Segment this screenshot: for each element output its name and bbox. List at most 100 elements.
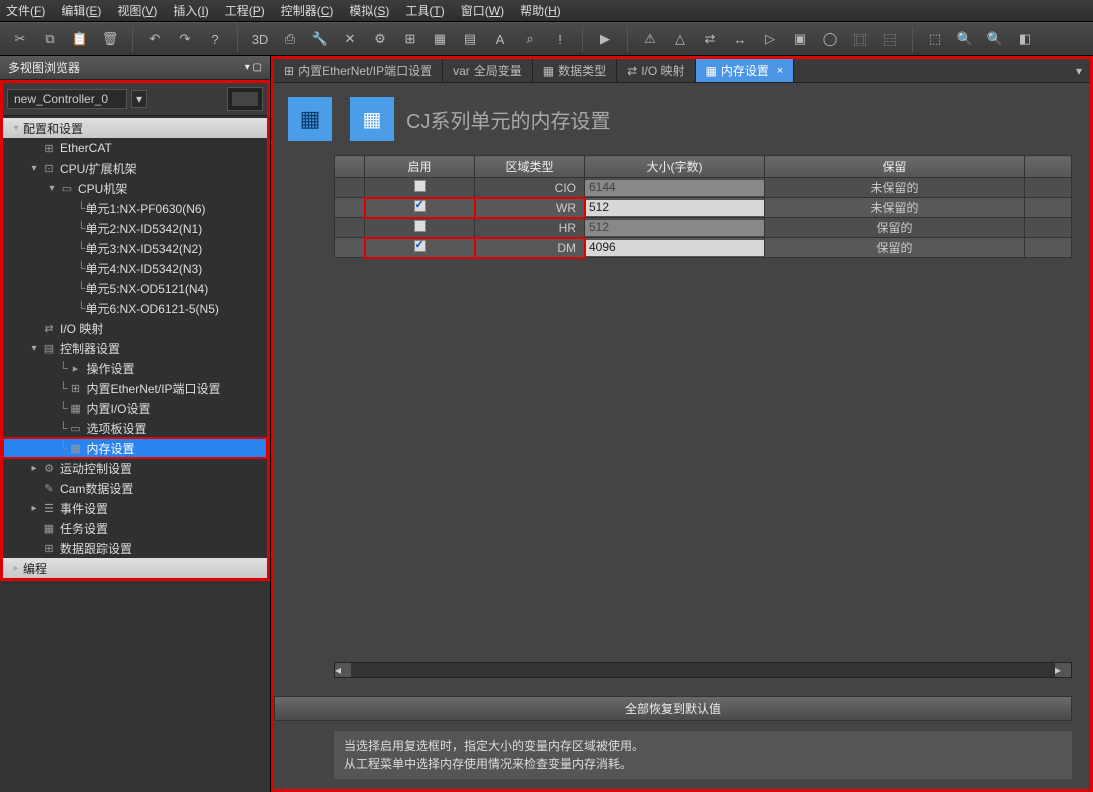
menu-item[interactable]: 工具(T) (405, 2, 444, 19)
tree-row[interactable]: └ ⊞内置EtherNet/IP端口设置 (3, 378, 267, 398)
toolbar-button[interactable]: ⇄ (698, 27, 722, 51)
size-input[interactable]: 512 (585, 200, 764, 216)
toolbar-button[interactable]: ? (203, 27, 227, 51)
tree-row[interactable]: └ 单元2:NX-ID5342(N1) (3, 218, 267, 238)
toolbar-button[interactable]: ◯ (818, 27, 842, 51)
tree-row[interactable]: ▸☰事件设置 (3, 498, 267, 518)
toolbar-button[interactable]: ↔ (728, 27, 752, 51)
toolbar-button[interactable]: ⚠ (638, 27, 662, 51)
sidebar-collapse-icon[interactable]: ▾ ▢ (245, 62, 262, 73)
toolbar-button[interactable]: ⎙ (278, 27, 302, 51)
enable-checkbox[interactable] (414, 240, 426, 252)
tree-twisty-icon[interactable]: ▾ (45, 183, 59, 194)
tree-row[interactable]: ⇄I/O 映射 (3, 318, 267, 338)
menu-item[interactable]: 工程(P) (225, 2, 265, 19)
toolbar-button[interactable]: A (488, 27, 512, 51)
tree-row[interactable]: ▾▭CPU机架 (3, 178, 267, 198)
tree-row[interactable]: ⊞EtherCAT (3, 138, 267, 158)
scroll-right-icon[interactable]: ▸ (1055, 663, 1071, 677)
tree-row[interactable]: └ 单元3:NX-ID5342(N2) (3, 238, 267, 258)
controller-selector[interactable] (7, 89, 127, 109)
toolbar-button[interactable]: 📋 (68, 27, 92, 51)
toolbar-button[interactable]: 🗑 (98, 27, 122, 51)
tab-overflow-icon[interactable]: ▾ (1068, 64, 1090, 78)
toolbar-button[interactable]: ✕ (338, 27, 362, 51)
toolbar-button[interactable]: 🔧 (308, 27, 332, 51)
horizontal-scrollbar[interactable]: ◂ ▸ (334, 662, 1072, 678)
toolbar-button[interactable]: ⚙ (368, 27, 392, 51)
tree-row[interactable]: └ 单元5:NX-OD5121(N4) (3, 278, 267, 298)
tree-row[interactable]: └ ▦内置I/O设置 (3, 398, 267, 418)
tree-row[interactable]: ▦任务设置 (3, 518, 267, 538)
toolbar-button[interactable]: ▤ (458, 27, 482, 51)
tree-row[interactable]: └ 单元6:NX-OD6121-5(N5) (3, 298, 267, 318)
menu-item[interactable]: 插入(I) (173, 2, 208, 19)
enable-checkbox[interactable] (414, 200, 426, 212)
tree-twisty-icon[interactable]: ▾ (27, 163, 41, 174)
tree-row[interactable]: ▾⊡CPU/扩展机架 (3, 158, 267, 178)
tree-row[interactable]: └ ▭选项板设置 (3, 418, 267, 438)
toolbar-button[interactable]: 3D (248, 27, 272, 51)
tree-twisty-icon[interactable]: ▸ (27, 463, 41, 474)
toolbar-button[interactable]: ✂ (8, 27, 32, 51)
toolbar-button[interactable]: ◧ (1013, 27, 1037, 51)
memory-table: 启用区域类型大小(字数)保留 CIO6144未保留的WR512未保留的HR512… (334, 155, 1072, 258)
menu-item[interactable]: 编辑(E) (61, 2, 101, 19)
tree-twisty-icon[interactable]: ▸ (9, 563, 23, 574)
tree-row[interactable]: ▾▤控制器设置 (3, 338, 267, 358)
tree-row[interactable]: └ ▸操作设置 (3, 358, 267, 378)
toolbar-button[interactable]: ! (548, 27, 572, 51)
tree-row[interactable]: ▸编程 (3, 558, 267, 578)
menu-item[interactable]: 窗口(W) (461, 2, 504, 19)
dropdown-icon[interactable]: ▾ (131, 90, 147, 108)
tree-row[interactable]: ▸⚙运动控制设置 (3, 458, 267, 478)
tree-item-icon: ☰ (41, 502, 57, 515)
tree-row[interactable]: ✎Cam数据设置 (3, 478, 267, 498)
scroll-left-icon[interactable]: ◂ (335, 663, 351, 677)
tab[interactable]: var全局变量 (443, 59, 533, 82)
tab[interactable]: ⇄I/O 映射 (617, 59, 695, 82)
tab[interactable]: ⊞内置EtherNet/IP端口设置 (274, 59, 443, 82)
menu-item[interactable]: 帮助(H) (520, 2, 561, 19)
enable-checkbox[interactable] (414, 180, 426, 192)
size-input[interactable]: 4096 (585, 240, 764, 256)
hint-line2: 从工程菜单中选择内存使用情况来检查变量内存消耗。 (344, 755, 1062, 773)
toolbar-button[interactable]: 🔍 (953, 27, 977, 51)
tab[interactable]: ▦数据类型 (533, 59, 617, 82)
menu-item[interactable]: 文件(F) (6, 2, 45, 19)
retain-cell: 保留的 (765, 238, 1025, 258)
tree-item-icon: ▭ (59, 182, 75, 195)
toolbar-button[interactable]: ⌕ (518, 27, 542, 51)
toolbar-button[interactable]: △ (668, 27, 692, 51)
toolbar-button[interactable]: ▶ (593, 27, 617, 51)
menu-item[interactable]: 视图(V) (117, 2, 157, 19)
tree-item-label: 选项板设置 (87, 420, 147, 437)
tree-row[interactable]: ▾配置和设置 (3, 118, 267, 138)
toolbar-button[interactable]: ▣ (788, 27, 812, 51)
toolbar-button[interactable]: ⬚ (923, 27, 947, 51)
close-icon[interactable]: × (777, 65, 783, 77)
enable-checkbox[interactable] (414, 220, 426, 232)
menu-item[interactable]: 模拟(S) (349, 2, 389, 19)
toolbar-button[interactable]: ⿴ (848, 27, 872, 51)
menu-item[interactable]: 控制器(C) (281, 2, 334, 19)
toolbar-button[interactable]: 🔍 (983, 27, 1007, 51)
toolbar-button[interactable]: ⊞ (398, 27, 422, 51)
tree-row[interactable]: ⊞数据跟踪设置 (3, 538, 267, 558)
toolbar-button[interactable]: ⧉ (38, 27, 62, 51)
toolbar-button[interactable]: ⿳ (878, 27, 902, 51)
tab[interactable]: ▦内存设置× (696, 59, 795, 82)
restore-defaults-button[interactable]: 全部恢复到默认值 (274, 696, 1072, 721)
tree-row[interactable]: └ ▦内存设置 (3, 438, 267, 458)
toolbar-button[interactable]: ↶ (143, 27, 167, 51)
tree-twisty-icon[interactable]: ▾ (9, 123, 23, 134)
tree-twisty-icon[interactable]: ▸ (27, 503, 41, 514)
toolbar-button[interactable]: ▷ (758, 27, 782, 51)
tree-row[interactable]: └ 单元1:NX-PF0630(N6) (3, 198, 267, 218)
toolbar-button[interactable]: ↷ (173, 27, 197, 51)
tree-row[interactable]: └ 单元4:NX-ID5342(N3) (3, 258, 267, 278)
table-row: DM4096保留的 (335, 238, 1072, 258)
toolbar-button[interactable]: ▦ (428, 27, 452, 51)
tree-twisty-icon[interactable]: ▾ (27, 343, 41, 354)
size-input: 512 (585, 220, 764, 236)
